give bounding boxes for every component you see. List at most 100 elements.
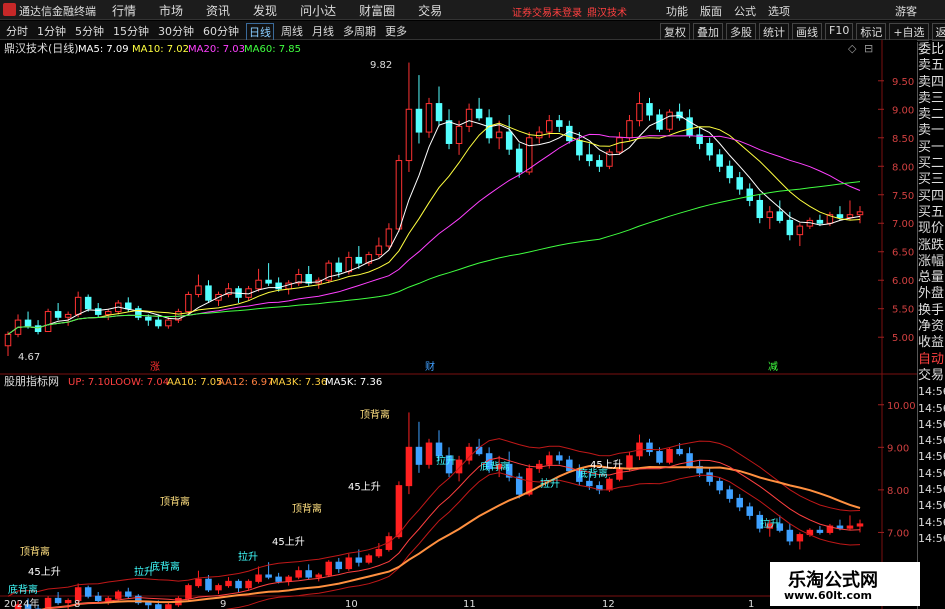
period-tab[interactable]: 更多: [383, 23, 409, 41]
candle-body: [756, 199, 764, 219]
period-tab[interactable]: 15分钟: [111, 23, 151, 41]
candle-body: [816, 219, 824, 224]
annotation: 顶背离: [360, 408, 390, 421]
indicator-candle-body: [245, 580, 252, 589]
tick-time: 14:56: [918, 385, 945, 399]
candle-body: [455, 125, 463, 144]
indicator-label: MA5K: 7.36: [325, 377, 382, 388]
indicator-candle-body: [355, 557, 363, 563]
event-marker[interactable]: 减: [768, 361, 778, 373]
menu-item[interactable]: 交易: [418, 2, 442, 19]
period-tab[interactable]: 分时: [4, 23, 30, 41]
candle-body: [546, 120, 553, 133]
period-tab[interactable]: 5分钟: [73, 23, 106, 41]
menu-item[interactable]: 资讯: [206, 2, 230, 19]
annotation: 拉升: [238, 550, 258, 563]
candle-body: [846, 214, 854, 219]
stock-name-link[interactable]: 鼎汉技术: [587, 4, 627, 19]
candle-body: [155, 319, 162, 327]
tick-time: 14:56: [918, 450, 945, 464]
tool-button[interactable]: +自选: [889, 23, 929, 41]
menu-item-options[interactable]: 选项: [768, 3, 790, 19]
y-tick-label: 9.00: [887, 443, 909, 454]
candle-body: [54, 311, 62, 318]
period-tab-active[interactable]: 日线: [246, 23, 274, 41]
indicator-candle-body: [465, 446, 473, 461]
candle-body: [305, 274, 312, 284]
period-tab[interactable]: 月线: [310, 23, 336, 41]
x-tick: 12: [602, 599, 615, 609]
indicator-candle-body: [716, 480, 723, 491]
period-tab[interactable]: 周线: [279, 23, 305, 41]
y-tick-label: 7.00: [892, 219, 914, 230]
menu-item[interactable]: 问小达: [300, 2, 336, 19]
indicator-candle-body: [425, 442, 433, 465]
x-tick: 8: [74, 599, 80, 609]
candle-body: [165, 319, 172, 327]
login-notice[interactable]: 证券交易未登录: [512, 4, 582, 19]
candle-body: [495, 131, 503, 139]
candle-body: [766, 211, 774, 219]
main-menu: 行情 市场 资讯 发现 问小达 财富圈 交易: [112, 2, 465, 19]
quote-label: 收益: [918, 335, 945, 351]
tick-time: 14:56: [918, 434, 945, 448]
tool-button[interactable]: 叠加: [693, 23, 723, 41]
candle-body: [125, 302, 132, 310]
event-marker[interactable]: 财: [425, 360, 435, 373]
indicator-candle-body: [125, 591, 132, 597]
tool-button[interactable]: 多股: [726, 23, 756, 41]
kline-chart[interactable]: 鼎汉技术(日线) MA5: 7.09 MA10: 7.02 MA20: 7.03…: [0, 40, 917, 609]
candle-body: [716, 154, 723, 167]
tool-button[interactable]: 画线: [792, 23, 822, 41]
menu-item[interactable]: 发现: [253, 2, 277, 19]
candle-body: [836, 214, 844, 219]
indicator-candle-body: [686, 453, 693, 467]
annotation: 顶背离: [20, 545, 50, 558]
indicator-candle-body: [185, 585, 192, 599]
indicator-candle-body: [666, 448, 673, 463]
y-tick-label: 8.00: [887, 486, 909, 497]
tool-button[interactable]: 复权: [660, 23, 690, 41]
annotation: 底背离: [150, 560, 180, 573]
tool-button[interactable]: F10: [825, 23, 854, 41]
candle-body: [145, 316, 152, 321]
indicator-candle-body: [746, 506, 753, 516]
y-tick-label: 10.00: [887, 401, 916, 412]
menu-item[interactable]: 财富圈: [359, 2, 395, 19]
watermark: 乐淘公式网 www.60lt.com: [770, 562, 920, 606]
tool-button[interactable]: 标记: [856, 23, 887, 41]
quote-label: 外盘: [918, 286, 945, 302]
indicator-candle-body: [546, 455, 553, 465]
event-marker[interactable]: 涨: [150, 361, 160, 373]
panel-collapse-icon[interactable]: ⊟: [864, 42, 873, 55]
tick-time: 14:56: [918, 417, 945, 431]
period-tab[interactable]: 多周期: [341, 23, 378, 41]
panel-settings-icon[interactable]: ◇: [848, 42, 857, 55]
menu-item-layout[interactable]: 版面: [700, 3, 722, 19]
x-tick: 1: [748, 599, 754, 609]
tool-button[interactable]: 统计: [759, 23, 789, 41]
ma-label: MA10: 7.02: [132, 44, 189, 55]
tool-button[interactable]: 返回: [931, 23, 945, 41]
guest-label[interactable]: 游客: [895, 3, 917, 19]
indicator-candle-body: [295, 570, 302, 578]
period-tab[interactable]: 1分钟: [35, 23, 68, 41]
candle-body: [646, 103, 653, 116]
period-tab[interactable]: 30分钟: [156, 23, 196, 41]
candle-body: [746, 188, 753, 201]
indicator-candle-body: [586, 480, 593, 487]
period-tab[interactable]: 60分钟: [201, 23, 241, 41]
ma-label: MA60: 7.85: [244, 44, 301, 55]
trade-label[interactable]: 交易: [918, 368, 945, 384]
menu-item-formula[interactable]: 公式: [734, 3, 756, 19]
menu-item[interactable]: 行情: [112, 2, 136, 19]
indicator-candle-body: [165, 604, 172, 609]
menu-item[interactable]: 市场: [159, 2, 183, 19]
menu-item-function[interactable]: 功能: [666, 3, 688, 19]
candle-body: [84, 296, 92, 310]
indicator-candle-body: [415, 446, 423, 465]
annotation: 45上升: [28, 566, 61, 578]
y-tick-label: 5.00: [892, 333, 914, 344]
indicator-candle-body: [626, 455, 633, 470]
auto-trade-label[interactable]: 自动: [918, 352, 945, 368]
